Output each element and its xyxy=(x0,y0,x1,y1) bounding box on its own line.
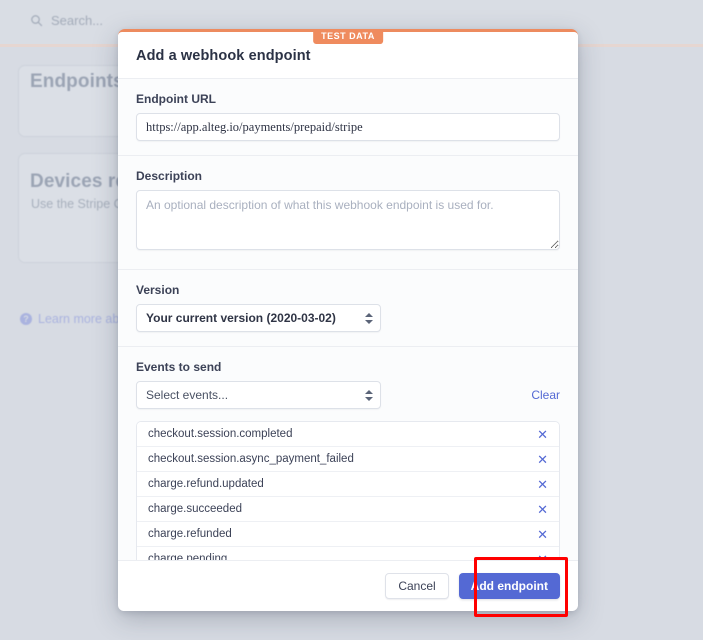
events-label: Events to send xyxy=(136,360,222,374)
close-icon[interactable]: ✕ xyxy=(537,453,548,466)
event-row: checkout.session.completed ✕ xyxy=(137,422,559,447)
close-icon[interactable]: ✕ xyxy=(537,428,548,441)
events-select-value: Select events... xyxy=(136,381,381,409)
endpoint-url-label: Endpoint URL xyxy=(136,92,216,106)
cancel-button[interactable]: Cancel xyxy=(385,573,449,599)
event-row: charge.refunded ✕ xyxy=(137,522,559,547)
clear-events-button[interactable]: Clear xyxy=(531,388,560,402)
search-icon xyxy=(30,14,43,27)
event-row: charge.pending ✕ xyxy=(137,547,559,560)
event-name: checkout.session.async_payment_failed xyxy=(148,453,354,465)
event-row: charge.refund.updated ✕ xyxy=(137,472,559,497)
event-name: charge.refunded xyxy=(148,528,232,540)
close-icon[interactable]: ✕ xyxy=(537,478,548,491)
selected-events-list: checkout.session.completed ✕ checkout.sess… xyxy=(136,421,560,560)
event-name: charge.succeeded xyxy=(148,503,242,515)
version-select[interactable]: Your current version (2020-03-02) xyxy=(136,304,381,332)
event-name: charge.pending xyxy=(148,553,228,560)
search-input[interactable]: Search... xyxy=(30,13,103,28)
close-icon[interactable]: ✕ xyxy=(537,528,548,541)
question-mark-circle-icon: ? xyxy=(20,313,32,325)
version-select-value: Your current version (2020-03-02) xyxy=(136,304,381,332)
modal-footer: Cancel Add endpoint xyxy=(118,560,578,611)
endpoint-url-input[interactable] xyxy=(136,113,560,141)
event-name: checkout.session.completed xyxy=(148,428,293,440)
section-version: Version Your current version (2020-03-02… xyxy=(118,270,578,347)
events-select[interactable]: Select events... xyxy=(136,381,381,409)
version-label: Version xyxy=(136,283,180,297)
event-row: charge.succeeded ✕ xyxy=(137,497,559,522)
description-label: Description xyxy=(136,169,203,183)
test-data-badge: TEST DATA xyxy=(313,29,383,44)
add-webhook-endpoint-modal: TEST DATA Add a webhook endpoint Endpoin… xyxy=(118,29,578,611)
description-textarea[interactable] xyxy=(136,190,560,250)
background-subtext: Use the Stripe CL xyxy=(31,197,130,211)
event-name: charge.refund.updated xyxy=(148,478,264,490)
section-description: Description xyxy=(118,156,578,270)
section-endpoint-url: Endpoint URL xyxy=(118,79,578,156)
close-icon[interactable]: ✕ xyxy=(537,503,548,516)
section-events: Events to send Select events... Clear ch… xyxy=(118,347,578,560)
events-header-row: Select events... Clear xyxy=(136,381,560,409)
modal-body: Endpoint URL Description Version Your cu… xyxy=(118,79,578,560)
close-icon[interactable]: ✕ xyxy=(537,553,548,561)
modal-title: Add a webhook endpoint xyxy=(136,48,311,64)
background-heading-endpoints: Endpoints xyxy=(30,71,124,92)
event-row: checkout.session.async_payment_failed ✕ xyxy=(137,447,559,472)
add-endpoint-button[interactable]: Add endpoint xyxy=(458,573,560,599)
search-placeholder: Search... xyxy=(51,13,104,28)
